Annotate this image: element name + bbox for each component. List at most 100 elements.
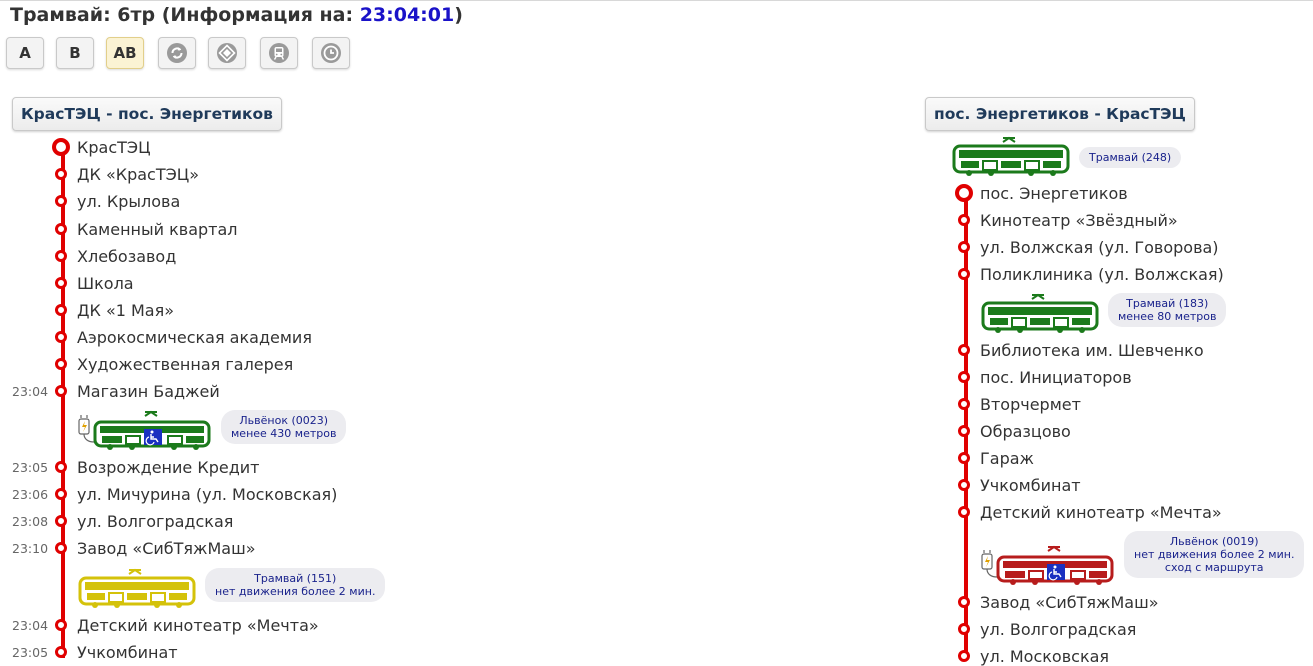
stop-name: Библиотека им. Шевченко [980,340,1204,360]
stop-marker [52,138,70,156]
stop-marker [958,506,970,518]
stop-name: Образцово [980,421,1071,441]
stop-name: ул. Крылова [77,191,181,211]
map-icon [217,43,237,63]
stop-name: Поликлиника (ул. Волжская) [980,264,1224,284]
vehicle-status: менее 80 метров [1118,310,1217,323]
vehicle-status: нет движения более 2 мин. [1134,548,1295,561]
refresh-button[interactable] [158,37,196,69]
stop-marker [958,214,970,226]
top-border [0,0,1313,1]
vehicle-status-extra: сход с маршрута [1164,561,1264,574]
vehicle-button[interactable] [260,37,298,69]
stop-name: Завод «СибТяжМаш» [77,538,256,558]
vehicle-info-badge: Трамвай (248) [1079,147,1182,168]
tram-icon[interactable] [78,410,212,450]
stop-name: ДК «1 Мая» [77,300,175,320]
vehicle-name: Трамвай (151) [254,572,337,585]
stop-name: Учкомбинат [980,475,1081,495]
stop-marker [55,304,67,316]
stop-name: ул. Волгоградская [980,619,1137,639]
stop-marker [55,461,67,473]
stop-name: ул. Мичурина (ул. Московская) [77,484,338,504]
stop-marker [55,385,67,397]
refresh-icon [167,43,187,63]
direction-1-button[interactable]: КрасТЭЦ - пос. Энергетиков [12,97,282,131]
direction-b-button[interactable]: B [56,37,94,69]
tram-icon[interactable] [981,293,1099,333]
stop-marker [958,344,970,356]
stop-name: ДК «КрасТЭЦ» [77,164,200,184]
vehicle-name: Львёнок (0023) [239,414,329,427]
stop-marker [55,168,67,180]
schedule-button[interactable] [312,37,350,69]
stop-marker [55,277,67,289]
stop-name: ул. Волжская (ул. Говорова) [980,237,1219,257]
stop-time: 23:05 [12,460,49,475]
direction-2-button[interactable]: пос. Энергетиков - КрасТЭЦ [925,97,1195,131]
stop-name: Каменный квартал [77,219,238,239]
stop-name: Кинотеатр «Звёздный» [980,210,1178,230]
stop-name: Художественная галерея [77,354,294,374]
stop-name: пос. Инициаторов [980,367,1132,387]
vehicle-icon [269,43,289,63]
stop-marker [55,488,67,500]
vehicle-status: менее 430 метров [231,427,337,440]
stop-marker [958,371,970,383]
stop-marker [55,619,67,631]
tram-icon[interactable] [981,545,1115,585]
direction-ab-button[interactable]: AB [106,37,144,69]
stop-marker [958,268,970,280]
stop-marker [958,623,970,635]
vehicle-info-badge: Трамвай (183) менее 80 метров [1108,293,1227,327]
electric-plug-icon [78,415,95,443]
stop-marker [55,515,67,527]
stop-marker [958,479,970,491]
info-time: 23:04:01 [359,4,455,26]
stop-time: 23:04 [12,384,49,399]
stop-name: Завод «СибТяжМаш» [980,592,1159,612]
stop-marker [55,223,67,235]
page-title: Трамвай: 6тр (Информация на: 23:04:01) [10,4,463,26]
stop-name: Детский кинотеатр «Мечта» [980,502,1222,522]
vehicle-info-badge: Трамвай (151) нет движения более 2 мин. [205,568,386,602]
map-button[interactable] [208,37,246,69]
stop-name: Гараж [980,448,1034,468]
stop-name: ул. Московская [980,646,1110,666]
stop-name: Учкомбинат [77,642,178,662]
vehicle-info-badge: Львёнок (0023) менее 430 метров [221,410,347,444]
stop-name: пос. Энергетиков [980,183,1128,203]
wheelchair-icon [144,429,162,446]
stop-time: 23:04 [12,618,49,633]
tram-icon[interactable] [952,136,1070,176]
stop-marker [958,650,970,662]
stop-marker [55,542,67,554]
stop-name: Хлебозавод [77,246,177,266]
stop-marker [955,184,973,202]
vehicle-info-badge: Львёнок (0019) нет движения более 2 мин.… [1124,531,1305,578]
vehicle-name: Трамвай (248) [1089,151,1172,164]
stop-marker [55,250,67,262]
tram-icon[interactable] [78,568,196,608]
stop-time: 23:06 [12,487,49,502]
clock-icon [321,43,341,63]
wheelchair-icon [1047,564,1065,581]
title-suffix: ) [454,4,463,26]
stop-marker [55,195,67,207]
title-prefix: Трамвай: 6тр (Информация на: [10,4,360,26]
stop-marker [55,646,67,658]
stop-name: Детский кинотеатр «Мечта» [77,615,319,635]
stop-name: ул. Волгоградская [77,511,234,531]
stop-marker [958,452,970,464]
stop-name: Магазин Баджей [77,381,220,401]
direction-a-button[interactable]: A [6,37,44,69]
vehicle-status: нет движения более 2 мин. [215,585,376,598]
stop-marker [55,358,67,370]
electric-plug-icon [981,550,998,578]
stop-name: Аэрокосмическая академия [77,327,312,347]
stop-time: 23:10 [12,541,49,556]
stop-marker [958,398,970,410]
stop-name: Возрождение Кредит [77,457,260,477]
stop-name: Вторчермет [980,394,1081,414]
stop-name: Школа [77,273,134,293]
